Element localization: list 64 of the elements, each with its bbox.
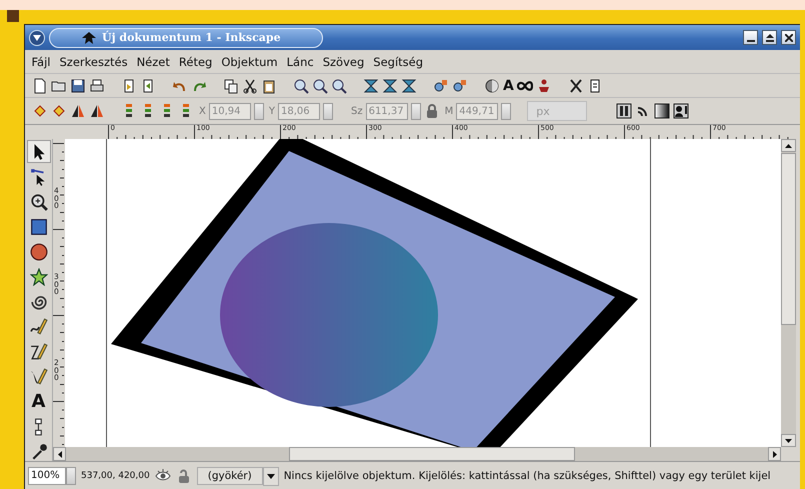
- horizontal-scrollbar[interactable]: [53, 447, 781, 461]
- maximize-button[interactable]: [762, 30, 777, 45]
- field-label: Y: [268, 106, 275, 116]
- menu-item[interactable]: Objektum: [216, 54, 282, 70]
- magnifier-icon[interactable]: [312, 78, 328, 94]
- copy-icon[interactable]: [223, 78, 239, 94]
- scroll-right-button[interactable]: [768, 447, 781, 461]
- layer-dropdown[interactable]: (gyökér): [196, 467, 263, 485]
- flip-icon[interactable]: [70, 103, 86, 119]
- field-label: X: [199, 106, 206, 116]
- text-tool-button[interactable]: A: [503, 78, 514, 94]
- magnifier-icon[interactable]: [331, 78, 347, 94]
- menu-item[interactable]: Szerkesztés: [55, 54, 132, 70]
- arrow-right-icon: [772, 450, 776, 458]
- align-icon[interactable]: [401, 78, 417, 94]
- window-menu-button[interactable]: [29, 30, 45, 46]
- printer-icon[interactable]: [89, 78, 105, 94]
- corner-square: [7, 10, 19, 22]
- menu-item[interactable]: Nézet: [132, 54, 174, 70]
- canvas[interactable]: [65, 139, 781, 447]
- vertical-scrollbar[interactable]: [781, 139, 796, 447]
- magnifier-icon[interactable]: [293, 78, 309, 94]
- caret-icon: [33, 34, 41, 40]
- rotate-icon[interactable]: [32, 103, 48, 119]
- gradient-square-icon[interactable]: [654, 103, 670, 119]
- menu-item[interactable]: Fájl: [27, 54, 55, 70]
- field-label: Sz: [350, 106, 363, 116]
- text-tool-button[interactable]: A: [26, 390, 50, 413]
- align-icon[interactable]: [363, 78, 379, 94]
- floppy-icon[interactable]: [70, 78, 86, 94]
- window-title: Új dokumentum 1 - Inkscape: [102, 31, 281, 44]
- gradient-circle-icon[interactable]: [484, 78, 500, 94]
- field-label: M: [444, 106, 454, 116]
- align-icon[interactable]: [382, 78, 398, 94]
- menu-item[interactable]: Lánc: [282, 54, 318, 70]
- zoom-field[interactable]: 100%: [28, 467, 66, 485]
- close-button[interactable]: [781, 30, 796, 45]
- scroll-down-button[interactable]: [781, 434, 796, 447]
- arrow-left-icon: [58, 450, 62, 458]
- close-icon: [784, 34, 792, 42]
- arrow-up-icon: [785, 144, 792, 148]
- minimize-button[interactable]: [743, 30, 758, 45]
- menu-item[interactable]: Segítség: [368, 54, 428, 70]
- cursor-coordinates: 537,00, 420,00: [81, 471, 150, 481]
- clipboard-icon[interactable]: [261, 78, 277, 94]
- nodes-icon[interactable]: [452, 78, 468, 94]
- unit-value: px: [536, 104, 550, 118]
- scroll-up-button[interactable]: [781, 139, 796, 152]
- menu-item[interactable]: Szöveg: [318, 54, 369, 70]
- bars-icon[interactable]: [616, 103, 632, 119]
- status-message: Nincs kijelölve objektum. Kijelölés: kattintással (ha szükséges, Shifttel) vagy egy terület kijel: [284, 470, 771, 482]
- arrow-down-icon: [785, 438, 792, 442]
- menu-item[interactable]: Réteg: [174, 54, 217, 70]
- maximize-icon: [766, 34, 774, 42]
- dropdown-arrow-button[interactable]: [262, 466, 279, 486]
- nodes-icon[interactable]: [433, 78, 449, 94]
- logo-icon: [82, 32, 96, 44]
- scroll-left-button[interactable]: [53, 447, 66, 461]
- rotate-icon[interactable]: [51, 103, 67, 119]
- minimize-icon: [746, 40, 754, 42]
- people-icon[interactable]: [673, 103, 690, 119]
- document-icon[interactable]: [32, 78, 48, 94]
- caret-icon: [266, 474, 275, 478]
- flip-icon[interactable]: [89, 103, 105, 119]
